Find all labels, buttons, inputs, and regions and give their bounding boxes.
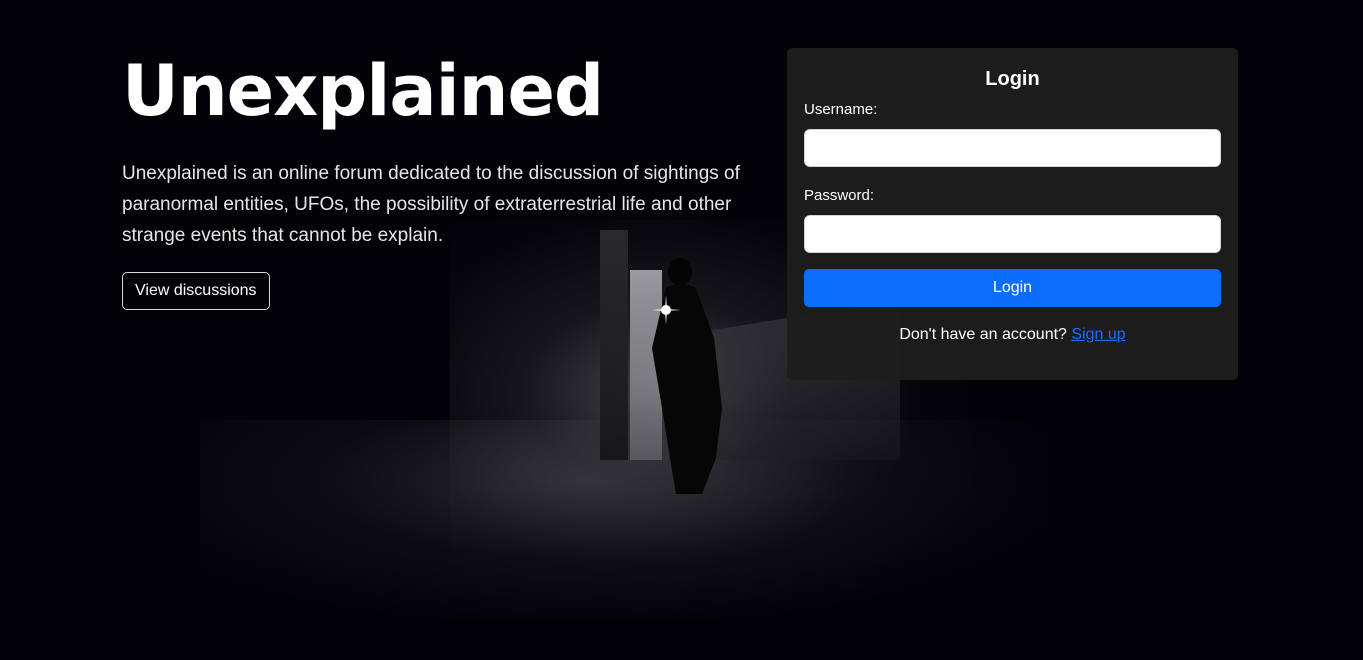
username-label: Username: [804, 101, 878, 118]
site-title: Unexplained [122, 50, 604, 132]
password-input[interactable] [804, 215, 1221, 253]
silhouette-figure [652, 258, 722, 494]
login-button[interactable]: Login [804, 269, 1221, 307]
username-input[interactable] [804, 129, 1221, 167]
page: Unexplained Unexplained is an online for… [0, 0, 1363, 660]
login-title: Login [985, 68, 1040, 90]
background-beam [600, 230, 628, 460]
view-discussions-button[interactable]: View discussions [122, 272, 270, 310]
login-card: Login Username: Password: Login Don't ha… [787, 48, 1238, 380]
site-description: Unexplained is an online forum dedicated… [122, 163, 740, 246]
signup-prompt: Don't have an account? Sign up [787, 326, 1238, 344]
signup-link[interactable]: Sign up [1071, 326, 1125, 343]
signup-prompt-text: Don't have an account? [899, 326, 1067, 343]
password-label: Password: [804, 187, 875, 204]
flashlight-flare-icon [651, 295, 681, 325]
